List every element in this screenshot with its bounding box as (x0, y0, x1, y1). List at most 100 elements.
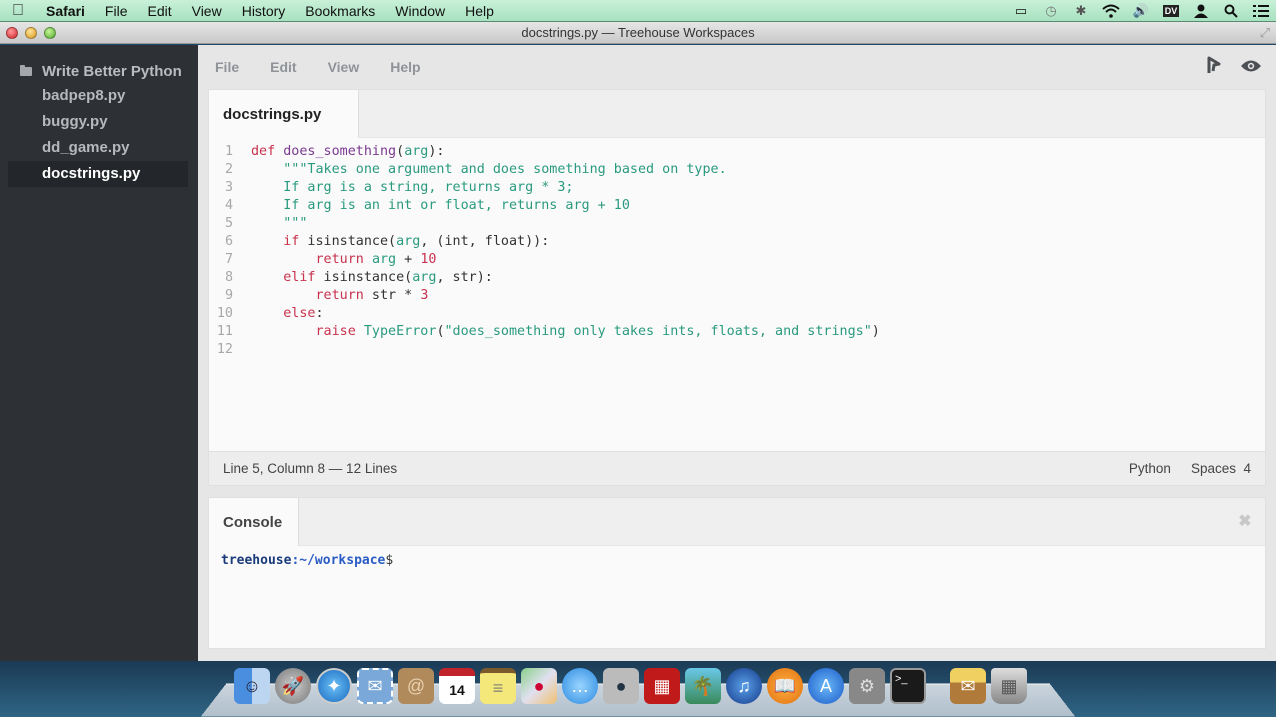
console-terminal[interactable]: treehouse:~/workspace$ (209, 546, 1265, 575)
window-title-bar: docstrings.py — Treehouse Workspaces ⤢ (0, 22, 1276, 44)
facetime-icon[interactable]: ● (603, 668, 639, 704)
launchpad-icon[interactable]: 🚀 (275, 668, 311, 704)
code-line: 1 def does_something(arg): (209, 143, 1265, 161)
line-number: 11 (216, 324, 233, 339)
code-line: 10 else: (209, 305, 1265, 323)
menu-help[interactable]: Help (455, 3, 504, 19)
code-line: 4 If arg is an int or float, returns arg… (209, 197, 1265, 215)
file-sidebar: Write Better Python badpep8.py buggy.py … (0, 45, 198, 661)
app-toolbar-icons (1206, 56, 1276, 79)
airplay-icon[interactable]: ▭ (1006, 0, 1036, 22)
folder-icon (20, 64, 32, 76)
line-number: 8 (224, 270, 233, 285)
apple-icon[interactable]:  (0, 2, 36, 20)
line-number: 2 (224, 162, 233, 177)
line-number: 1 (224, 144, 233, 159)
code-line: 12 (209, 341, 1265, 359)
menu-window[interactable]: Window (385, 3, 455, 19)
project-name: Write Better Python (42, 62, 182, 80)
sidebar-file-badpep8[interactable]: badpep8.py (8, 83, 188, 109)
spotlight-icon[interactable] (1216, 0, 1246, 22)
contacts-icon[interactable]: @ (398, 668, 434, 704)
line-number: 6 (224, 234, 233, 249)
app-store-icon[interactable]: A (808, 668, 844, 704)
code-line: 3 If arg is a string, returns arg * 3; (209, 179, 1265, 197)
tab-console[interactable]: Console (209, 498, 299, 546)
system-preferences-icon[interactable]: ⚙ (849, 668, 885, 704)
line-number: 12 (216, 342, 233, 357)
line-number: 10 (216, 306, 233, 321)
console-tab-bar: Console ✖ (209, 498, 1265, 546)
share-icon[interactable] (1206, 56, 1222, 79)
ibooks-icon[interactable]: 📖 (767, 668, 803, 704)
mail-icon[interactable]: ✉ (357, 668, 393, 704)
code-line: 8 elif isinstance(arg, str): (209, 269, 1265, 287)
close-icon[interactable]: ✖ (1225, 498, 1265, 545)
code-line: 7 return arg + 10 (209, 251, 1265, 269)
wifi-icon[interactable] (1096, 0, 1126, 22)
project-folder[interactable]: Write Better Python (0, 59, 198, 83)
line-number: 3 (224, 180, 233, 195)
downloads-stack-icon[interactable]: ✉ (950, 668, 986, 704)
safari-icon[interactable]: ✦ (316, 668, 352, 704)
code-area[interactable]: 1 def does_something(arg): 2 """Takes on… (209, 138, 1265, 359)
app-menu-edit[interactable]: Edit (270, 59, 296, 75)
editor-status-bar: Line 5, Column 8 — 12 Lines Python Space… (209, 451, 1265, 485)
status-menus: ▭ ◷ ✱ 🔊 DV (1006, 0, 1276, 22)
window-title: docstrings.py — Treehouse Workspaces (521, 25, 755, 40)
indent-selector[interactable]: Spaces 4 (1191, 461, 1251, 476)
user-icon[interactable] (1186, 0, 1216, 22)
itunes-icon[interactable]: ♫ (726, 668, 762, 704)
line-number: 4 (224, 198, 233, 213)
finder-icon[interactable]: ☺ (234, 668, 270, 704)
code-editor: docstrings.py 1 def does_something(arg):… (208, 89, 1266, 486)
sidebar-file-docstrings[interactable]: docstrings.py (8, 161, 188, 187)
prompt-symbol: $ (385, 553, 394, 568)
code-line: 9 return str * 3 (209, 287, 1265, 305)
menu-edit[interactable]: Edit (137, 3, 181, 19)
workspace-main: File Edit View Help docstrings.py 1 def … (198, 45, 1276, 661)
notification-center-icon[interactable] (1246, 0, 1276, 22)
trash-icon[interactable]: ▦ (991, 668, 1027, 704)
time-machine-icon[interactable]: ◷ (1036, 0, 1066, 22)
dv-icon[interactable]: DV (1156, 0, 1186, 22)
editor-tab-bar: docstrings.py (209, 90, 1265, 138)
zoom-window-button[interactable] (44, 27, 56, 39)
menu-safari[interactable]: Safari (36, 3, 95, 19)
terminal-prompt-glyph: >_ (895, 673, 908, 685)
code-line: 2 """Takes one argument and does somethi… (209, 161, 1265, 179)
prompt-path: :~/workspace (291, 553, 386, 568)
close-window-button[interactable] (6, 27, 18, 39)
app-menu-file[interactable]: File (215, 59, 239, 75)
tab-docstrings[interactable]: docstrings.py (209, 90, 359, 138)
app-menu-help[interactable]: Help (390, 59, 420, 75)
terminal-icon[interactable]: >_ (890, 668, 926, 704)
menu-history[interactable]: History (232, 3, 296, 19)
dock: ☺ 🚀 ✦ ✉ @ 14 ≡ ● … ● ▦ 🌴 ♫ 📖 A ⚙ >_ ✉ ▦ (234, 668, 1027, 704)
sidebar-file-dd-game[interactable]: dd_game.py (8, 135, 188, 161)
messages-icon[interactable]: … (562, 668, 598, 704)
code-line: 11 raise TypeError("does_something only … (209, 323, 1265, 341)
volume-icon[interactable]: 🔊 (1126, 0, 1156, 22)
fullscreen-icon[interactable]: ⤢ (1260, 25, 1270, 41)
maps-icon[interactable]: ● (521, 668, 557, 704)
calendar-icon[interactable]: 14 (439, 668, 475, 704)
console-panel: Console ✖ treehouse:~/workspace$ (208, 497, 1266, 649)
menu-file[interactable]: File (95, 3, 138, 19)
menu-bar:  Safari File Edit View History Bookmark… (0, 0, 1276, 22)
minimize-window-button[interactable] (25, 27, 37, 39)
sidebar-file-buggy[interactable]: buggy.py (8, 109, 188, 135)
iphoto-icon[interactable]: 🌴 (685, 668, 721, 704)
prompt-host: treehouse (221, 553, 292, 568)
menu-bookmarks[interactable]: Bookmarks (295, 3, 385, 19)
code-line: 6 if isinstance(arg, (int, float)): (209, 233, 1265, 251)
notes-icon[interactable]: ≡ (480, 668, 516, 704)
language-selector[interactable]: Python (1129, 461, 1171, 476)
app-menu-bar: File Edit View Help (198, 45, 1276, 89)
menu-view[interactable]: View (182, 3, 232, 19)
bluetooth-icon[interactable]: ✱ (1066, 0, 1096, 22)
app-menu-view[interactable]: View (328, 59, 360, 75)
cursor-position: Line 5, Column 8 — 12 Lines (223, 461, 398, 476)
eye-icon[interactable] (1240, 57, 1262, 78)
photo-booth-icon[interactable]: ▦ (644, 668, 680, 704)
